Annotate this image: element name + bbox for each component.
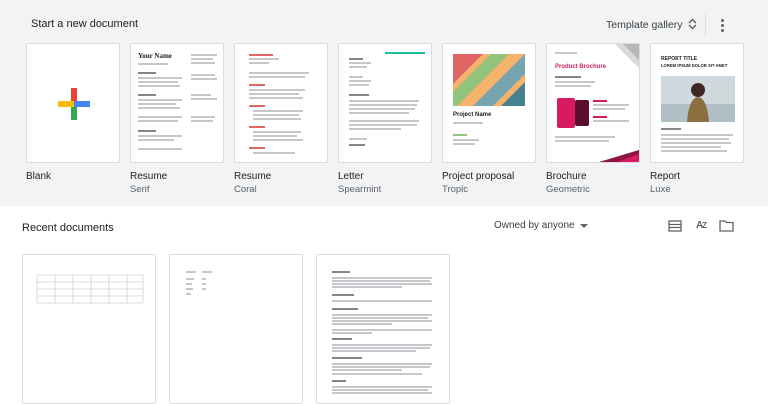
template-style: Luxe [650, 184, 671, 195]
template-letter-spearmint[interactable]: Letter Spearmint [338, 43, 432, 195]
template-name: Letter [338, 171, 364, 182]
document-thumbnail [36, 274, 144, 304]
owner-filter-dropdown[interactable]: Owned by anyone [494, 220, 588, 231]
dropdown-arrow-icon [579, 223, 588, 228]
template-thumbnail: Project Name [442, 43, 536, 163]
list-view-icon [668, 220, 682, 232]
more-vert-icon [720, 18, 724, 22]
header-divider [705, 14, 706, 36]
more-options-button[interactable] [714, 14, 730, 36]
open-file-picker-button[interactable] [718, 218, 736, 234]
thumbnail-subheading: LOREM IPSUM DOLOR SIT AMET [661, 63, 728, 68]
template-style: Serif [130, 184, 150, 195]
unfold-more-icon [688, 18, 697, 33]
template-blank[interactable]: Blank [26, 43, 120, 182]
template-brochure-geometric[interactable]: Product Brochure Brochure Geometric [546, 43, 640, 195]
template-style: Coral [234, 184, 257, 195]
template-thumbnail [26, 43, 120, 163]
template-thumbnail [234, 43, 328, 163]
template-name: Resume [234, 171, 272, 182]
template-style: Geometric [546, 184, 590, 195]
template-name: Brochure [546, 171, 587, 182]
thumbnail-photo [661, 76, 735, 122]
template-thumbnail: Your Name [130, 43, 224, 163]
template-project-proposal-tropic[interactable]: Project Name Project proposal Tropic [442, 43, 536, 195]
template-report-luxe[interactable]: REPORT TITLE LOREM IPSUM DOLOR SIT AMET … [650, 43, 744, 195]
template-resume-serif[interactable]: Your Name Resume Serif [130, 43, 224, 195]
thumbnail-heading: Project Name [453, 112, 492, 118]
owner-filter-label: Owned by anyone [494, 220, 575, 231]
template-name: Resume [130, 171, 168, 182]
template-name: Report [650, 171, 681, 182]
recent-documents-title: Recent documents [22, 222, 114, 234]
thumbnail-heading: Your Name [138, 52, 172, 60]
thumbnail-bottom-graphic [599, 150, 639, 162]
sort-az-icon[interactable]: AZ [692, 218, 710, 234]
template-thumbnail [338, 43, 432, 163]
thumbnail-heading: Product Brochure [555, 64, 607, 70]
recent-document-card[interactable] [22, 254, 156, 404]
template-name: Blank [26, 171, 52, 182]
template-name: Project proposal [442, 171, 515, 182]
plus-icon [58, 88, 90, 120]
template-gallery-label: Template gallery [606, 19, 683, 31]
template-resume-coral[interactable]: Resume Coral [234, 43, 328, 195]
folder-icon [719, 220, 734, 232]
thumbnail-graphic [453, 54, 525, 106]
recent-document-card[interactable] [169, 254, 303, 404]
start-new-document-title: Start a new document [31, 18, 139, 30]
template-thumbnail: Product Brochure [546, 43, 640, 163]
thumbnail-heading: REPORT TITLE [661, 56, 698, 62]
template-style: Spearmint [338, 184, 382, 195]
list-view-button[interactable] [666, 218, 684, 234]
template-gallery-section: Start a new document Template gallery Bl… [0, 0, 768, 206]
template-gallery-button[interactable]: Template gallery [600, 14, 703, 36]
template-style: Tropic [442, 184, 469, 195]
recent-document-card[interactable] [316, 254, 450, 404]
thumbnail-corner-graphic [615, 44, 639, 68]
template-thumbnail: REPORT TITLE LOREM IPSUM DOLOR SIT AMET [650, 43, 744, 163]
